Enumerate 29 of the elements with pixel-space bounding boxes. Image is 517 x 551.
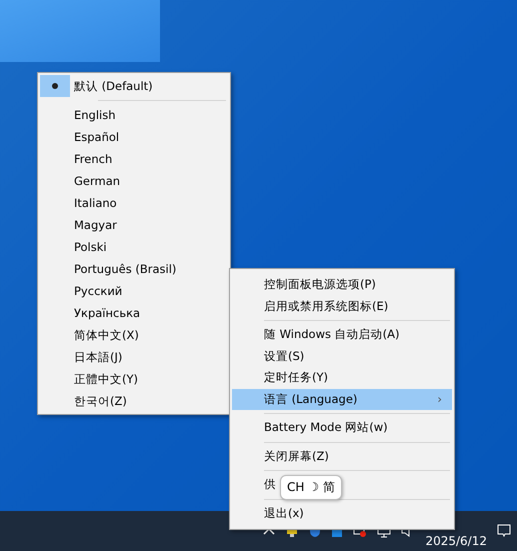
language-menu-item[interactable]: English [40,104,228,126]
language-menu-item[interactable]: Italiano [40,192,228,214]
context-menu-item[interactable]: 设置(S) [232,346,304,367]
language-menu-item[interactable]: French [40,148,228,170]
context-menu-item[interactable]: Battery Mode 网站(w) [232,417,388,438]
context-menu-item[interactable]: 定时任务(Y) [232,367,328,388]
language-menu-item[interactable]: Magyar [40,214,228,236]
language-menu-item[interactable]: 正體中文(Y) [40,368,228,390]
language-menu-item[interactable]: 默认 (Default) [40,75,228,97]
clock-date[interactable]: 2025/6/12 [425,534,487,548]
ime-tooltip: CH ☽ 简 [280,475,342,500]
context-menu-item[interactable]: 启用或禁用系统图标(E) [232,296,388,317]
language-menu-item[interactable]: Polski [40,236,228,258]
language-menu-item[interactable]: German [40,170,228,192]
context-menu-item[interactable]: 随 Windows 自动启动(A) [232,324,400,346]
context-menu-item[interactable]: 退出(x) [232,502,304,524]
notification-icon[interactable] [497,524,511,538]
context-menu-item[interactable]: 关闭屏幕(Z) [232,446,329,467]
context-menu-item[interactable]: 控制面板电源选项(P) [232,274,376,296]
context-menu-item[interactable]: 语言 (Language) › [232,388,452,410]
language-menu-item[interactable]: 日本語(J) [40,346,228,368]
language-menu-item[interactable]: Русский [40,280,228,302]
language-menu-item[interactable]: 한국어(Z) [40,390,228,412]
language-menu-item[interactable]: Español [40,126,228,148]
language-menu-item[interactable]: Português (Brasil) [40,258,228,280]
language-menu-item[interactable]: Українська [40,302,228,324]
language-menu-item[interactable]: 简体中文(X) [40,324,228,346]
caret-up-icon[interactable] [263,527,276,535]
context-menu-item[interactable]: 供 [232,474,276,496]
